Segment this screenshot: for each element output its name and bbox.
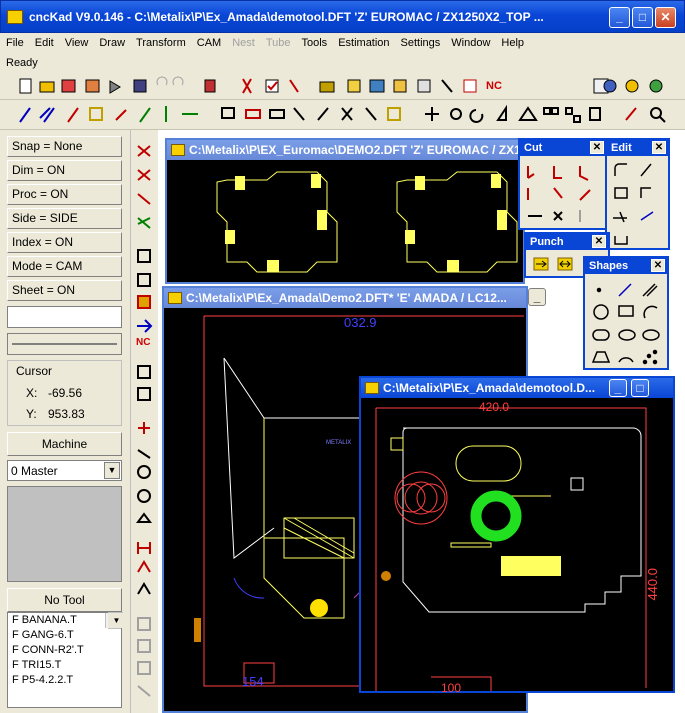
cad-canvas-demo2-euromac[interactable]: [167, 160, 523, 282]
dim-label-top2: 420.0: [479, 400, 510, 414]
shapes-palette-label: Shapes: [589, 260, 629, 272]
menu-edit[interactable]: Edit: [35, 37, 54, 49]
punch-palette-title: Punch ✕: [526, 234, 608, 250]
dim-label-bottom: 154: [242, 674, 264, 689]
menu-draw[interactable]: Draw: [99, 37, 125, 49]
toolbar-standard: NC: [0, 73, 685, 100]
machine-button[interactable]: Machine: [7, 432, 122, 456]
doc-window-demotool[interactable]: C:\Metalix\P\Ex_Amada\demotool.D... _ □ …: [359, 376, 675, 695]
cut-palette-title: Cut ✕: [520, 140, 606, 156]
doc3-minimize-button[interactable]: _: [609, 379, 627, 397]
cut-palette-close-icon[interactable]: ✕: [590, 141, 604, 154]
dim-label-side: 440.0: [645, 568, 660, 601]
cursor-label: Cursor: [16, 364, 53, 378]
toolbar-draw: [0, 100, 685, 130]
doc-title-text: C:\Metalix\P\Ex_Amada\demotool.D...: [383, 381, 596, 395]
doc3-maximize-button[interactable]: □: [631, 379, 649, 397]
cursor-group: Cursor X: -69.56 Y: 953.83: [7, 360, 122, 426]
maximize-button[interactable]: □: [632, 7, 653, 28]
menu-estimation[interactable]: Estimation: [338, 37, 389, 49]
menu-transform[interactable]: Transform: [136, 37, 186, 49]
x-label: X:: [26, 386, 38, 400]
menu-tools[interactable]: Tools: [302, 37, 328, 49]
menu-bar: File Edit View Draw Transform CAM Nest Tube Tool…: [0, 33, 685, 53]
menu-cam[interactable]: CAM: [197, 37, 221, 49]
edit-palette-title: Edit ✕: [607, 140, 668, 156]
doc-window-demo2-euromac[interactable]: C:\Metalix\P\EX_Euromac\DEMO2.DFT 'Z' EU…: [165, 138, 525, 284]
tool-list-item[interactable]: F P5-4.2.2.T: [10, 673, 121, 688]
menu-nest: Nest: [232, 37, 255, 49]
proc-toggle[interactable]: Proc = ON: [7, 184, 122, 205]
doc-title-text: C:\Metalix\P\EX_Euromac\DEMO2.DFT 'Z' EU…: [189, 143, 523, 157]
status-row: Ready: [0, 53, 685, 73]
edit-palette-icons[interactable]: [611, 160, 667, 248]
tool-list-item[interactable]: F GANG-6.T: [10, 628, 121, 643]
chevron-down-icon[interactable]: ▼: [104, 462, 120, 479]
doc-icon: [171, 144, 185, 156]
nc-button[interactable]: NC: [486, 80, 502, 92]
side-toggle[interactable]: Side = SIDE: [7, 208, 122, 229]
dim-toggle[interactable]: Dim = ON: [7, 160, 122, 181]
tool-preview: [7, 486, 122, 582]
toolbar-standard-icons: [19, 76, 663, 94]
x-value: -69.56: [48, 386, 83, 400]
shapes-palette-icons[interactable]: [589, 278, 665, 368]
menu-help[interactable]: Help: [501, 37, 524, 49]
menu-view[interactable]: View: [65, 37, 89, 49]
index-toggle[interactable]: Index = ON: [7, 232, 122, 253]
shapes-palette: Shapes ✕: [583, 256, 669, 370]
menu-window[interactable]: Window: [451, 37, 490, 49]
cut-palette-label: Cut: [524, 142, 543, 154]
app-title: cncKad V9.0.146 - C:\Metalix\P\Ex_Amada\…: [29, 10, 544, 24]
snap-toggle[interactable]: Snap = None: [7, 136, 122, 157]
doc-icon: [365, 382, 379, 394]
edit-palette-label: Edit: [611, 142, 632, 154]
app-title-bar: cncKad V9.0.146 - C:\Metalix\P\Ex_Amada\…: [0, 0, 685, 33]
doc-title-text: C:\Metalix\P\Ex_Amada\Demo2.DFT* 'E' AMA…: [186, 291, 507, 305]
status-text: Ready: [6, 57, 38, 69]
vertical-toolbar-icons: [136, 145, 153, 697]
edit-palette: Edit ✕: [605, 138, 670, 250]
punch-palette-label: Punch: [530, 236, 564, 248]
nc-side-button[interactable]: NC: [136, 337, 150, 348]
tool-list[interactable]: F BANANA.T F GANG-6.T F CONN-R2'.T F TRI15.…: [7, 612, 123, 708]
master-select[interactable]: 0 Master ▼: [7, 460, 122, 481]
doc2-minimize-button[interactable]: _: [528, 288, 546, 306]
line-style-preview[interactable]: [7, 333, 122, 355]
y-label: Y:: [26, 407, 37, 421]
shapes-palette-title: Shapes ✕: [585, 258, 667, 274]
edit-palette-close-icon[interactable]: ✕: [652, 141, 666, 154]
blank-field: [7, 306, 122, 328]
minimize-button[interactable]: _: [609, 7, 630, 28]
menu-file[interactable]: File: [6, 37, 24, 49]
menu-settings[interactable]: Settings: [401, 37, 441, 49]
cut-palette-icons[interactable]: [524, 160, 604, 226]
cut-palette: Cut ✕: [518, 138, 608, 230]
master-select-value: 0 Master: [11, 464, 58, 478]
dim-label-top: 032.9: [344, 315, 377, 330]
doc-title-demo2-amada: C:\Metalix\P\Ex_Amada\Demo2.DFT* 'E' AMA…: [164, 288, 526, 308]
sheet-toggle[interactable]: Sheet = ON: [7, 280, 122, 301]
doc-title-demo2-euromac: C:\Metalix\P\EX_Euromac\DEMO2.DFT 'Z' EU…: [167, 140, 523, 160]
dim-label-bottom2: 100: [441, 681, 462, 695]
mode-toggle[interactable]: Mode = CAM: [7, 256, 122, 277]
close-button[interactable]: ✕: [655, 7, 676, 28]
menu-tube: Tube: [265, 37, 291, 49]
y-value: 953.83: [48, 407, 85, 421]
scroll-down-icon[interactable]: ▼: [108, 612, 123, 628]
tool-list-scrollbar[interactable]: ▲ ▼: [105, 612, 123, 629]
cad-canvas-demotool[interactable]: [361, 398, 673, 691]
punch-palette-close-icon[interactable]: ✕: [592, 235, 606, 248]
toolbar-draw-icons: [19, 104, 666, 123]
vertical-toolbar: NC: [130, 130, 158, 713]
doc-icon: [168, 292, 182, 304]
metalix-label: METALIX: [326, 440, 352, 446]
shapes-palette-close-icon[interactable]: ✕: [651, 259, 665, 272]
no-tool-button[interactable]: No Tool: [7, 588, 122, 612]
tool-list-item[interactable]: F CONN-R2'.T: [10, 643, 121, 658]
tool-list-item[interactable]: F TRI15.T: [10, 658, 121, 673]
app-icon: [7, 10, 23, 24]
